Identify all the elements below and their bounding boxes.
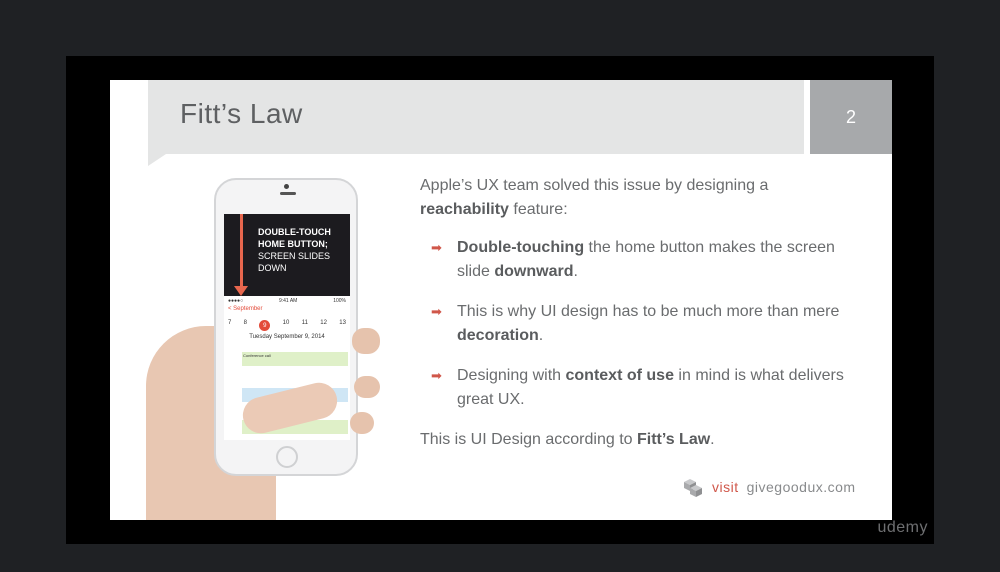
week-strip: 7 8 9 10 11 12 13 <box>228 320 346 331</box>
day-today: 9 <box>259 320 271 331</box>
bullet-text: . <box>573 263 578 280</box>
bullet-bold: context of use <box>565 367 674 384</box>
overlay-caption: DOUBLE-TOUCH HOME BUTTON; SCREEN SLIDES … <box>258 226 350 274</box>
caption-bold: DOUBLE-TOUCH HOME BUTTON; <box>258 227 331 249</box>
udemy-watermark: udemy <box>877 519 928 536</box>
intro-post: feature: <box>508 201 568 218</box>
finger <box>352 328 380 354</box>
visit-label: visit <box>712 479 739 495</box>
day: 7 <box>228 320 232 326</box>
conclusion-text: This is UI Design according to Fitt’s La… <box>420 428 860 452</box>
phone-illustration: DOUBLE-TOUCH HOME BUTTON; SCREEN SLIDES … <box>146 176 386 520</box>
conclusion-bold: Fitt’s Law <box>636 431 711 448</box>
slide-content: Apple’s UX team solved this issue by des… <box>420 174 860 452</box>
finger <box>354 376 380 398</box>
day: 8 <box>243 320 248 326</box>
battery-label: 100% <box>333 298 346 304</box>
footer-link[interactable]: visit givegoodux.com <box>678 476 856 498</box>
conclusion-pre: This is UI Design according to <box>420 431 637 448</box>
bullet-text: This is why UI design has to be much mor… <box>457 303 840 320</box>
arrow-right-icon: ➡ <box>431 368 442 383</box>
title-notch <box>148 154 166 166</box>
reachability-overlay: DOUBLE-TOUCH HOME BUTTON; SCREEN SLIDES … <box>224 214 350 296</box>
phone: DOUBLE-TOUCH HOME BUTTON; SCREEN SLIDES … <box>214 178 358 476</box>
down-arrow-head <box>234 286 248 296</box>
caption-rest: SCREEN SLIDES DOWN <box>258 251 331 273</box>
day: 13 <box>339 320 346 326</box>
site-url: givegoodux.com <box>746 479 856 495</box>
day: 11 <box>301 320 308 326</box>
bullet-item: ➡ This is why UI design has to be much mo… <box>420 300 860 348</box>
home-button-icon <box>276 446 298 468</box>
calendar-event: Conference call <box>242 352 348 366</box>
day: 10 <box>282 320 290 326</box>
status-time: 9:41 AM <box>278 298 298 304</box>
arrow-right-icon: ➡ <box>431 304 442 319</box>
signal-icon: ●●●●○ <box>228 298 244 304</box>
slide: Fitt’s Law 2 DOUBLE-TOUCH HOME BUTTON; S… <box>110 80 892 520</box>
camera-icon <box>284 184 289 189</box>
arrow-right-icon: ➡ <box>431 240 442 255</box>
calendar-back: < September <box>228 306 263 312</box>
intro-text: Apple’s UX team solved this issue by des… <box>420 174 860 222</box>
page-number: 2 <box>810 80 892 154</box>
bullet-bold: Double-touching <box>457 239 585 256</box>
bullet-bold: decoration <box>457 327 539 344</box>
down-arrow-icon <box>240 214 243 288</box>
conclusion-post: . <box>710 431 715 448</box>
day: 12 <box>320 320 327 326</box>
speaker-grille <box>280 192 296 195</box>
intro-bold: reachability <box>420 201 509 218</box>
slide-title: Fitt’s Law <box>180 98 303 129</box>
cube-logo-icon <box>684 479 702 497</box>
bullet-item: ➡ Double-touching the home button makes t… <box>420 236 860 284</box>
bullet-bold: downward <box>494 263 574 280</box>
finger <box>350 412 374 434</box>
bullet-text: Designing with <box>457 367 566 384</box>
bullet-text: . <box>538 327 544 344</box>
intro-pre: Apple’s UX team solved this issue by des… <box>420 177 769 194</box>
status-bar: ●●●●○ 9:41 AM 100% <box>228 298 346 304</box>
bullet-item: ➡ Designing with context of use in mind i… <box>420 364 860 412</box>
date-line: Tuesday September 9, 2014 <box>249 334 325 340</box>
